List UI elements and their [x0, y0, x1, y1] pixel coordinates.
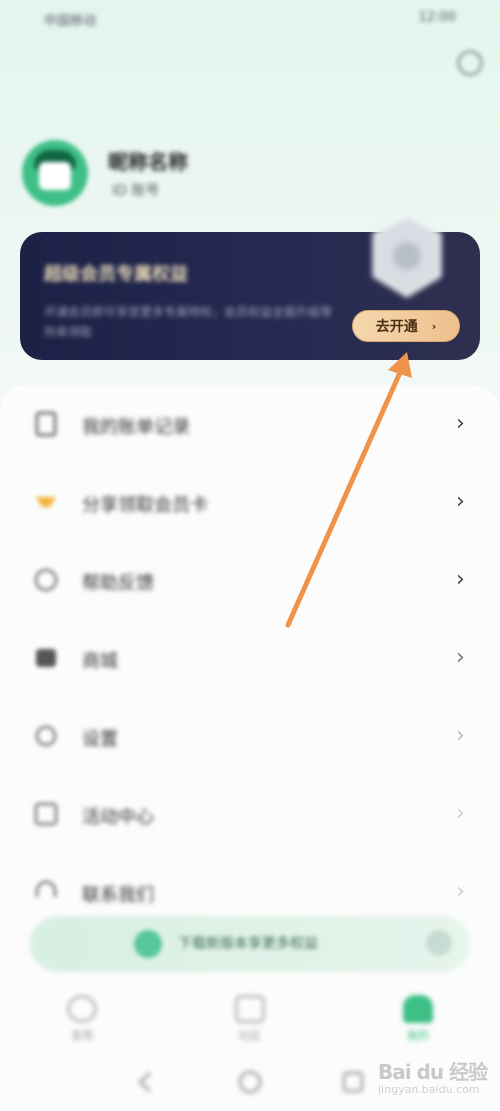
chevron-right-icon: ›: [456, 567, 465, 592]
baidu-jingyan-watermark: Bai du 经验 jingyan.baidu.com: [378, 1056, 488, 1096]
menu-item-label: 分享领取会员卡: [82, 495, 208, 516]
profile-icon: [403, 995, 433, 1023]
menu-item-share-card[interactable]: 分享领取会员卡 ›: [0, 475, 500, 535]
tab-label: 我的: [407, 1029, 429, 1042]
help-icon: [34, 568, 58, 592]
menu-item-label: 活动中心: [82, 807, 154, 828]
avatar-face: [39, 162, 71, 190]
chevron-right-icon: ›: [456, 645, 465, 670]
home-icon[interactable]: [237, 1069, 263, 1095]
tab-label: 社区: [239, 1029, 261, 1042]
menu-item-label: 设置: [82, 729, 118, 750]
banner-text: 下载新版本享更多权益: [178, 936, 318, 952]
tab-community[interactable]: 社区: [210, 991, 290, 1051]
chevron-right-icon: ›: [431, 319, 437, 333]
back-icon[interactable]: [132, 1069, 158, 1095]
menu-item-help[interactable]: 帮助反馈 ›: [0, 553, 500, 613]
settings-icon: [35, 725, 57, 747]
menu-item-label: 联系我们: [82, 885, 154, 906]
menu-panel: 我的账单记录 › 分享领取会员卡 › 帮助反馈 › 商城 › 设置 › 活动中心…: [0, 385, 500, 985]
gift-icon: [36, 497, 56, 507]
open-vip-label: 去开通: [375, 319, 418, 335]
receipt-icon: [35, 411, 57, 437]
chevron-right-icon: ›: [456, 801, 465, 826]
tab-label: 发现: [71, 1029, 93, 1042]
tab-discover[interactable]: 发现: [42, 991, 122, 1051]
banner-app-icon: [134, 930, 162, 958]
avatar[interactable]: [22, 140, 88, 206]
menu-item-label: 帮助反馈: [82, 573, 154, 594]
menu-item-settings[interactable]: 设置 ›: [0, 709, 500, 769]
open-vip-button[interactable]: 去开通 ›: [352, 310, 460, 342]
bottom-tab-bar: 发现 社区 我的: [0, 985, 500, 1055]
status-time: 12:00: [418, 10, 456, 25]
username[interactable]: 昵称名称: [108, 146, 188, 175]
watermark-url: jingyan.baidu.com: [378, 1083, 480, 1096]
menu-item-label: 我的账单记录: [82, 417, 190, 438]
menu-item-label: 商城: [82, 651, 118, 672]
user-id: ID 账号: [112, 183, 160, 199]
watermark-brand: Bai du 经验: [378, 1060, 488, 1084]
status-carrier: 中国移动: [44, 14, 97, 29]
vip-description: 开通会员即可享受更多专属特权，会员权益全面升级等你来领取: [44, 305, 333, 339]
event-icon: [34, 802, 58, 826]
chevron-right-icon: ›: [456, 411, 465, 436]
close-icon[interactable]: [426, 930, 452, 956]
chevron-right-icon: ›: [456, 879, 465, 904]
menu-item-store[interactable]: 商城 ›: [0, 631, 500, 691]
vip-title: 超级会员专属权益: [44, 264, 188, 285]
discover-icon: [67, 995, 97, 1023]
headset-icon: [35, 880, 57, 897]
recents-icon[interactable]: [340, 1069, 366, 1095]
store-icon: [36, 649, 56, 667]
tab-profile[interactable]: 我的: [378, 991, 458, 1051]
status-bar: 中国移动 12:00: [0, 0, 500, 36]
menu-item-bills[interactable]: 我的账单记录 ›: [0, 397, 500, 457]
chevron-right-icon: ›: [456, 723, 465, 748]
settings-gear-icon[interactable]: [457, 50, 483, 76]
chevron-right-icon: ›: [456, 489, 465, 514]
menu-item-events[interactable]: 活动中心 ›: [0, 787, 500, 847]
download-banner[interactable]: 下载新版本享更多权益: [30, 916, 470, 972]
vip-card[interactable]: 超级会员专属权益 开通会员即可享受更多专属特权，会员权益全面升级等你来领取 去开…: [20, 214, 480, 360]
community-icon: [235, 995, 265, 1023]
vip-badge-icon: [372, 214, 442, 298]
